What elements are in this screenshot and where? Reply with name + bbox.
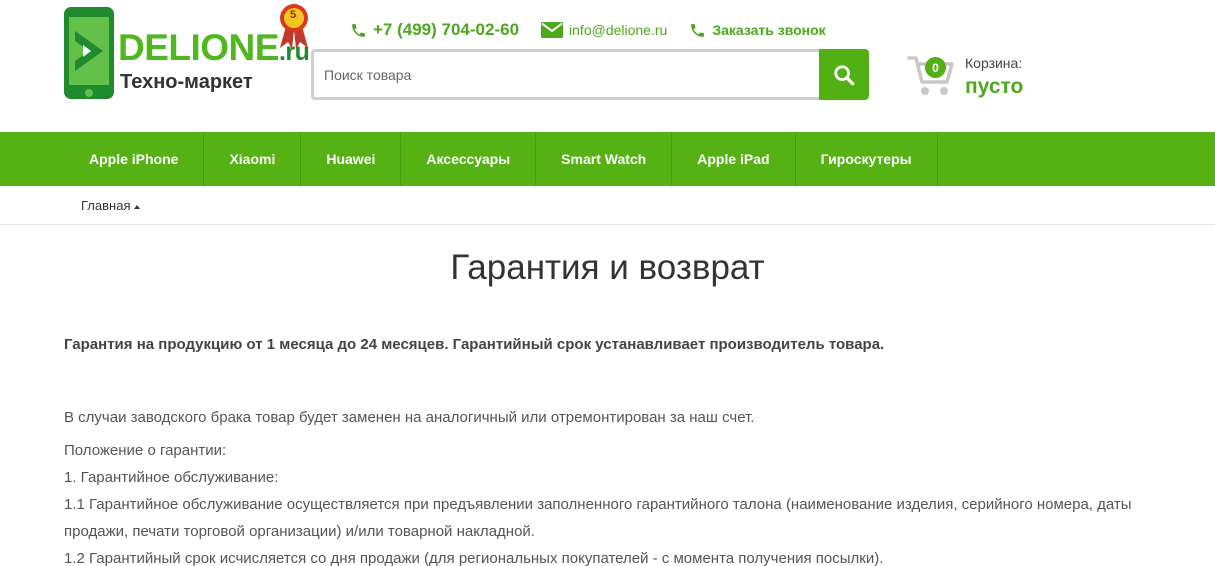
search-input[interactable]	[311, 49, 819, 100]
nav-item-apple-ipad[interactable]: Apple iPad	[672, 132, 796, 186]
logo-phone-icon	[64, 7, 114, 99]
paragraph-defect: В случаи заводского брака товар будет за…	[64, 409, 755, 426]
logo-tagline: Техно-маркет	[120, 71, 253, 93]
warranty-lead: Гарантия на продукцию от 1 месяца до 24 …	[64, 336, 885, 353]
cart-label: Корзина:	[965, 55, 1023, 71]
envelope-icon	[541, 22, 564, 38]
page-content: Гарантия на продукцию от 1 месяца до 24 …	[64, 331, 1164, 566]
paragraph-section-1-1: 1.1 Гарантийное обслуживание осуществляе…	[64, 496, 1132, 540]
nav-item-huawei[interactable]: Huawei	[301, 132, 402, 186]
nav-item-apple-iphone[interactable]: Apple iPhone	[64, 132, 205, 186]
cart-widget[interactable]: 0 Корзина: пусто	[907, 50, 1107, 100]
site-logo[interactable]: DELIONE.ru Техно-маркет 5	[64, 2, 314, 101]
phone-icon	[352, 23, 365, 37]
search-icon	[834, 64, 855, 85]
award-medal-icon: 5	[278, 2, 310, 50]
nav-item-smart-watch[interactable]: Smart Watch	[536, 132, 673, 186]
breadcrumb: Главная	[0, 186, 1215, 225]
paragraph-warranty-heading: Положение о гарантии:	[64, 442, 227, 459]
phone-icon	[691, 23, 705, 37]
cart-count-badge: 0	[925, 57, 946, 78]
main-nav: Apple iPhone Xiaomi Huawei Аксессуары Sm…	[0, 132, 1215, 186]
contacts-bar: +7 (499) 704-02-60 info@delione.ru Заказ…	[350, 18, 848, 42]
cart-status: пусто	[965, 75, 1024, 98]
paragraph-section-1: 1. Гарантийное обслуживание:	[64, 469, 279, 486]
nav-item-accessories[interactable]: Аксессуары	[401, 132, 537, 186]
nav-item-xiaomi[interactable]: Xiaomi	[204, 132, 302, 186]
page-title: Гарантия и возврат	[450, 248, 765, 287]
callback-link[interactable]: Заказать звонок	[689, 22, 826, 39]
search-bar	[311, 49, 869, 100]
header: DELIONE.ru Техно-маркет 5 +7 (499) 704-0…	[0, 0, 1215, 132]
nav-item-hoverboards[interactable]: Гироскутеры	[796, 132, 938, 186]
medal-number: 5	[290, 9, 297, 21]
paragraph-section-1-2: 1.2 Гарантийный срок исчисляется со дня …	[64, 550, 884, 566]
search-button[interactable]	[819, 49, 869, 100]
email-link[interactable]: info@delione.ru	[541, 22, 667, 38]
breadcrumb-home[interactable]: Главная	[81, 198, 140, 213]
phone-link[interactable]: +7 (499) 704-02-60	[350, 20, 519, 40]
